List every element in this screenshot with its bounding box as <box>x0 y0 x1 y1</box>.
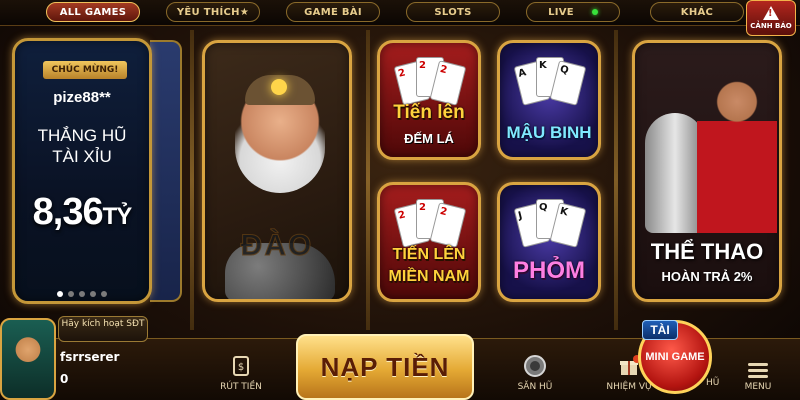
next-banner-peek <box>150 40 182 302</box>
game-subtitle: ĐẾM LÁ <box>404 131 454 146</box>
jackpot-label: HŨ <box>706 378 720 388</box>
missions-label: NHIỆM VỤ <box>606 382 652 392</box>
avatar[interactable] <box>0 318 56 400</box>
tab-label: SLOTS <box>434 6 472 18</box>
game-title: TIẾN LÊN <box>392 246 466 263</box>
game-card-tien-len-mien-nam[interactable]: 2 2 2 TIẾN LÊN MIỀN NAM <box>377 182 481 302</box>
helmet-lamp-icon <box>271 79 287 95</box>
win-amount-value: 8,36 <box>32 191 104 233</box>
tab-slots[interactable]: SLOTS <box>406 2 500 22</box>
game-subtitle: MIỀN NAM <box>388 268 470 285</box>
carousel-dot[interactable] <box>90 291 96 297</box>
game-card-miner[interactable]: ĐÀO <box>202 40 352 302</box>
playing-cards-icon: 2 2 2 <box>393 197 467 248</box>
game-lobby: ALL GAMES YÊU THÍCH★ GAME BÀI SLOTS LIVE… <box>0 0 800 400</box>
game-card-tien-len-dem-la[interactable]: 2 2 2 Tiến lên ĐẾM LÁ <box>377 40 481 160</box>
playing-cards-icon: 2 2 2 <box>393 55 467 106</box>
decor-pillar <box>190 30 194 330</box>
tab-live[interactable]: LIVE <box>526 2 620 22</box>
playing-cards-icon: A K Q <box>513 55 587 106</box>
jackpot-winner-banner[interactable]: CHÚC MỪNG! pize88** THẮNG HŨ TÀI XỈU 8,3… <box>12 38 152 304</box>
player-username: fsrrserer <box>60 350 120 364</box>
tab-all-games[interactable]: ALL GAMES <box>46 2 140 22</box>
carousel-dot[interactable] <box>57 291 63 297</box>
footballer-image <box>697 73 777 233</box>
game-subtitle: HOÀN TRẢ 2% <box>661 269 753 284</box>
jackpot-hunt-label: SĂN HŨ <box>517 382 553 392</box>
deposit-label: NẠP TIỀN <box>320 351 450 382</box>
win-amount-unit: TỶ <box>102 203 133 230</box>
tab-label: GAME BÀI <box>304 6 362 18</box>
game-title: THỂ THAO <box>650 239 764 264</box>
game-title: ĐÀO <box>240 229 314 263</box>
deposit-button[interactable]: NẠP TIỀN <box>296 334 474 400</box>
winner-username: pize88** <box>53 89 111 106</box>
tab-favorites[interactable]: YÊU THÍCH★ <box>166 2 260 22</box>
carousel-dot[interactable] <box>79 291 85 297</box>
player-balance: 0 <box>60 372 69 386</box>
playing-cards-icon: J Q K <box>513 197 587 248</box>
hamburger-icon <box>748 363 768 378</box>
win-caption-line1: THẮNG HŨ <box>37 126 127 145</box>
trophy-image <box>645 113 705 233</box>
jackpot-hunt-button[interactable]: SĂN HŨ <box>505 344 565 396</box>
live-indicator-icon <box>591 9 598 15</box>
decor-pillar <box>614 30 618 330</box>
tab-label: KHÁC <box>680 6 714 18</box>
carousel-dots[interactable] <box>57 291 107 297</box>
withdraw-icon: $ <box>233 356 249 376</box>
withdraw-button[interactable]: $ RÚT TIỀN <box>206 344 276 396</box>
game-card-sports[interactable]: THỂ THAO HOÀN TRẢ 2% <box>632 40 782 302</box>
tab-other[interactable]: KHÁC <box>650 2 744 22</box>
withdraw-label: RÚT TIỀN <box>220 382 262 392</box>
game-title: PHỎM <box>513 257 585 284</box>
tab-label: LIVE <box>548 6 574 18</box>
warning-button[interactable]: ! CẢNH BÁO <box>746 0 796 36</box>
game-title: MẬU BINH <box>506 123 592 142</box>
tai-badge: TÀI <box>642 320 678 340</box>
game-title: Tiến lên <box>393 102 465 123</box>
top-tab-bar: ALL GAMES YÊU THÍCH★ GAME BÀI SLOTS LIVE… <box>0 0 800 26</box>
tab-label: ALL GAMES <box>59 6 127 18</box>
game-card-phom[interactable]: J Q K PHỎM <box>497 182 601 302</box>
carousel-dot[interactable] <box>68 291 74 297</box>
mini-game-label: MINI GAME <box>645 351 705 363</box>
win-amount: 8,36TỶ <box>15 191 149 234</box>
activate-phone-button[interactable]: Hãy kích hoạt SĐT <box>58 316 148 342</box>
menu-label: MENU <box>744 382 772 392</box>
tab-card-games[interactable]: GAME BÀI <box>286 2 380 22</box>
game-card-mau-binh[interactable]: A K Q MẬU BINH <box>497 40 601 160</box>
svg-text:$: $ <box>238 362 244 373</box>
tab-label: YÊU THÍCH★ <box>176 6 250 18</box>
warning-label: CẢNH BÁO <box>750 22 792 30</box>
congrats-ribbon: CHÚC MỪNG! <box>43 61 127 79</box>
win-caption-line2: TÀI XỈU <box>52 147 112 166</box>
carousel-dot[interactable] <box>101 291 107 297</box>
decor-pillar <box>366 30 370 330</box>
menu-button[interactable]: MENU <box>738 344 778 396</box>
warning-icon: ! <box>763 6 779 20</box>
jackpot-badge-icon <box>524 355 546 377</box>
